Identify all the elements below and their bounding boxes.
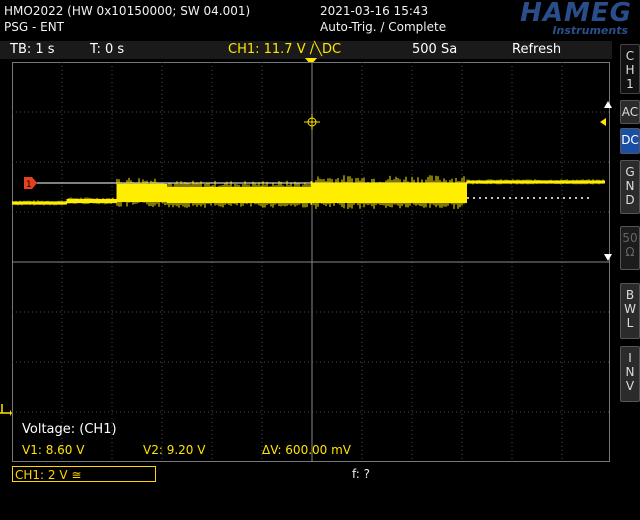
datetime: 2021-03-16 15:43 [320,4,429,18]
device-model-line: HMO2022 (HW 0x10150000; SW 04.001) [4,4,251,18]
waveform-display[interactable] [12,62,612,464]
channel-scale-box[interactable]: CH1: 2 V ≅ [12,466,156,482]
ch-letter-c: C [625,49,635,63]
ch-letter-h: H [625,63,635,77]
bwl-letter-l: L [626,316,634,330]
gnd-button[interactable]: G N D [620,160,640,214]
ac-label: AC [621,105,639,119]
ground-reference-icon [0,404,12,416]
trigger-level-marker-icon [600,118,606,126]
ch-letter-1: 1 [626,77,634,91]
inv-letter-i: I [628,351,632,365]
gnd-letter-d: D [625,193,635,207]
bwl-button[interactable]: B W L [620,283,640,339]
bwl-letter-w: W [624,302,636,316]
cursor-v2-readout: V2: 9.20 V [143,443,206,457]
ch1-ground-marker-icon[interactable]: 1 [24,177,38,189]
dc-coupling-button[interactable]: DC [620,128,640,154]
trigger-time-readout[interactable]: T: 0 s [90,42,124,57]
channel-trigger-readout[interactable]: CH1: 11.7 V ∕╲DC [228,42,341,57]
cursor-delta-readout: ΔV: 600.00 mV [262,443,351,457]
fifty-label: 50 [622,231,638,245]
scroll-down-icon[interactable] [604,254,612,262]
fifty-ohm-button[interactable]: 50 Ω [620,226,640,270]
sample-rate-readout: 500 Sa [412,42,458,57]
inv-button[interactable]: I N V [620,346,640,402]
logo-sub-text: Instruments [552,24,628,37]
logo-main-text: HAMEG [520,0,632,28]
gnd-letter-g: G [625,165,635,179]
bwl-letter-b: B [625,288,635,302]
scroll-up-icon[interactable] [604,101,612,109]
acquisition-mode-readout[interactable]: Refresh [512,42,561,57]
ohm-label: Ω [625,245,635,259]
trace-segment [467,180,605,184]
gnd-letter-n: N [625,179,635,193]
inv-letter-n: N [625,365,635,379]
cursor-title: Voltage: (CH1) [22,422,117,437]
channel-1-label: C H 1 [620,44,640,94]
trigger-status: Auto-Trig. / Complete [320,20,447,34]
timebase-readout[interactable]: TB: 1 s [10,42,55,57]
hameg-logo: HAMEG Instruments [452,0,640,38]
svg-text:1: 1 [26,180,32,189]
inv-letter-v: V [625,379,635,393]
dc-label: DC [621,133,639,147]
mode-line: PSG - ENT [4,20,64,34]
frequency-readout: f: ? [352,467,371,481]
cursor-v1-readout: V1: 8.60 V [22,443,85,457]
ac-coupling-button[interactable]: AC [620,100,640,124]
